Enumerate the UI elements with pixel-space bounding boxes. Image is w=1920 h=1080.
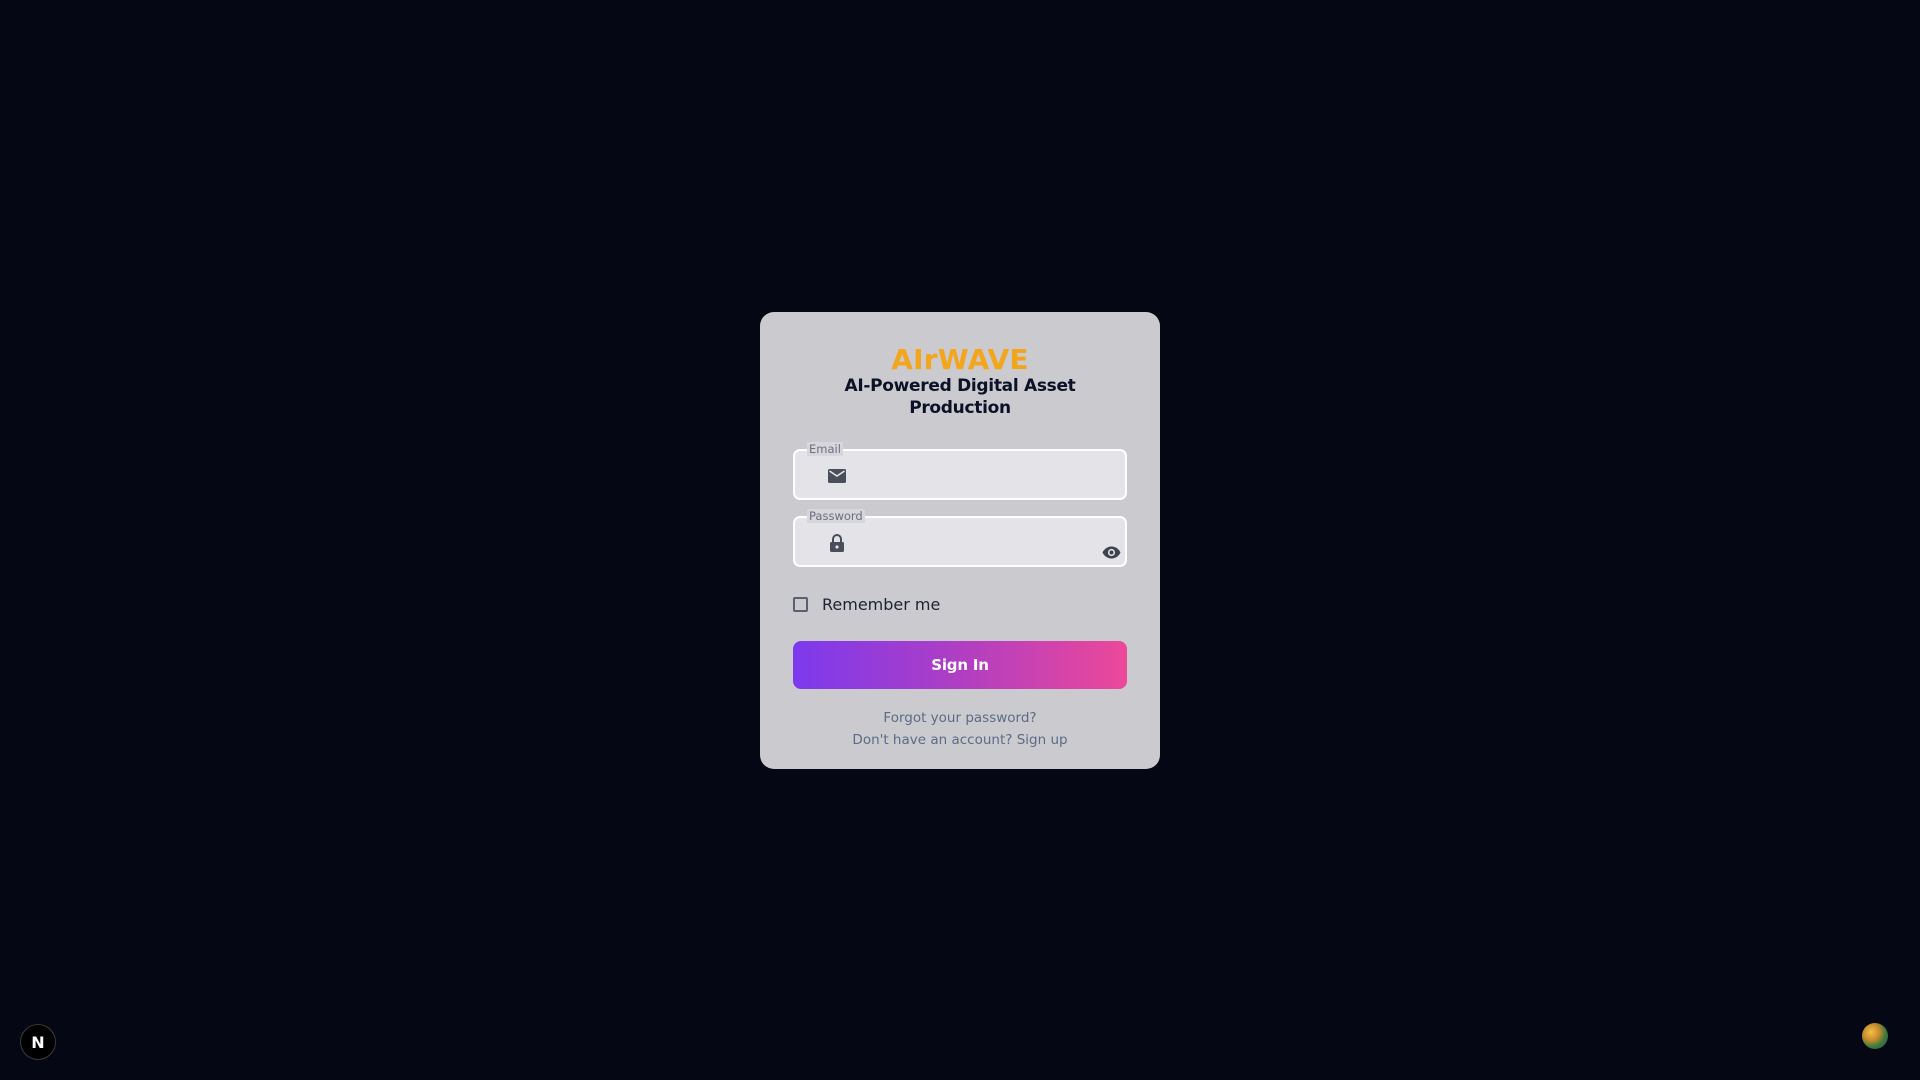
auth-links: Forgot your password? Don't have an acco…	[793, 707, 1127, 751]
lock-icon	[827, 533, 847, 553]
remember-me-checkbox[interactable]	[793, 596, 808, 612]
password-label: Password	[807, 509, 865, 523]
password-input[interactable]	[857, 526, 1085, 560]
email-input[interactable]	[857, 459, 1085, 493]
email-field[interactable]: Email	[793, 442, 1127, 500]
password-field[interactable]: Password	[793, 509, 1127, 567]
sign-in-button[interactable]: Sign In	[793, 641, 1127, 689]
email-label: Email	[807, 442, 843, 456]
login-page: AIrWAVE AI-Powered Digital Asset Product…	[0, 0, 1920, 1080]
mail-icon	[827, 466, 847, 486]
forgot-password-link[interactable]: Forgot your password?	[793, 707, 1127, 729]
avatar[interactable]	[1862, 1023, 1888, 1049]
brand-title: AIrWAVE	[891, 343, 1029, 376]
login-card: AIrWAVE AI-Powered Digital Asset Product…	[760, 312, 1160, 769]
nextjs-badge-button[interactable]: N	[20, 1024, 56, 1060]
remember-me-row: Remember me	[793, 594, 1127, 614]
sign-up-link[interactable]: Don't have an account? Sign up	[793, 729, 1127, 751]
eye-icon[interactable]	[1101, 544, 1121, 560]
brand-tagline: AI-Powered Digital Asset Production	[844, 376, 1076, 418]
remember-me-label[interactable]: Remember me	[822, 595, 940, 614]
